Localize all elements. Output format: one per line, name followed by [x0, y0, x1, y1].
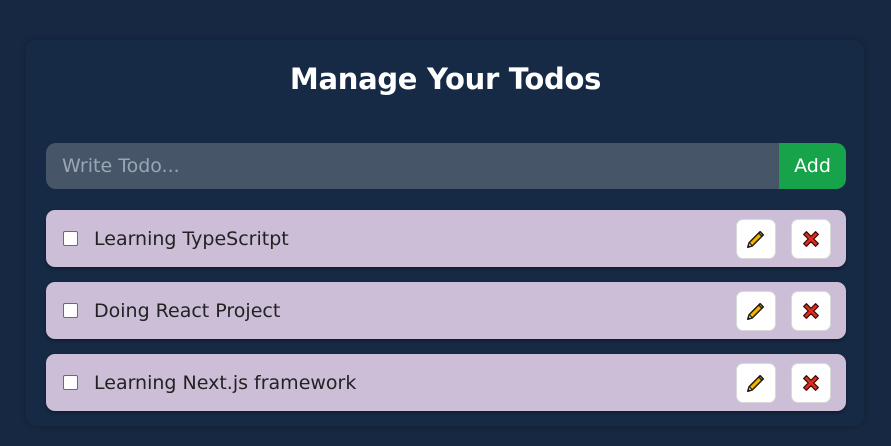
delete-button[interactable]	[791, 218, 831, 259]
edit-button[interactable]	[736, 362, 776, 403]
cross-icon	[803, 302, 819, 319]
delete-button[interactable]	[791, 362, 831, 403]
cross-icon	[803, 374, 819, 391]
pencil-icon	[747, 302, 765, 320]
todo-checkbox[interactable]	[63, 375, 78, 390]
edit-button[interactable]	[736, 290, 776, 331]
todo-form: Add	[46, 143, 846, 189]
delete-button[interactable]	[791, 290, 831, 331]
todo-list: Learning TypeScritpt Doing React Project	[46, 210, 846, 426]
add-button[interactable]: Add	[779, 143, 846, 189]
todo-input[interactable]	[46, 143, 779, 189]
todo-checkbox[interactable]	[63, 231, 78, 246]
todo-text: Learning TypeScritpt	[94, 227, 289, 250]
todo-item: Doing React Project	[46, 282, 846, 339]
cross-icon	[803, 230, 819, 247]
page-title: Manage Your Todos	[289, 62, 602, 96]
todo-text: Doing React Project	[94, 299, 281, 322]
todo-item: Learning TypeScritpt	[46, 210, 846, 267]
edit-button[interactable]	[736, 218, 776, 259]
todo-checkbox[interactable]	[63, 303, 78, 318]
pencil-icon	[747, 230, 765, 248]
todo-item: Learning Next.js framework	[46, 354, 846, 411]
pencil-icon	[747, 374, 765, 392]
todo-text: Learning Next.js framework	[94, 371, 357, 394]
